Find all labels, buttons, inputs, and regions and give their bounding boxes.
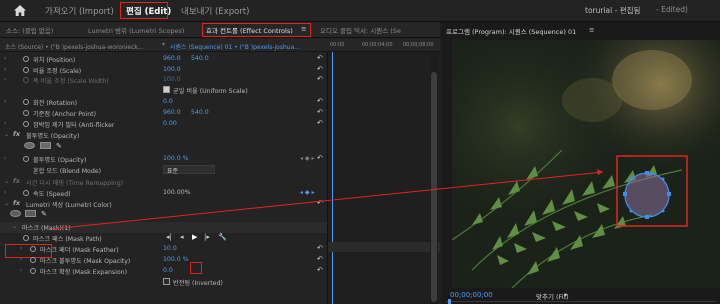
annotation-arrow xyxy=(51,169,604,230)
